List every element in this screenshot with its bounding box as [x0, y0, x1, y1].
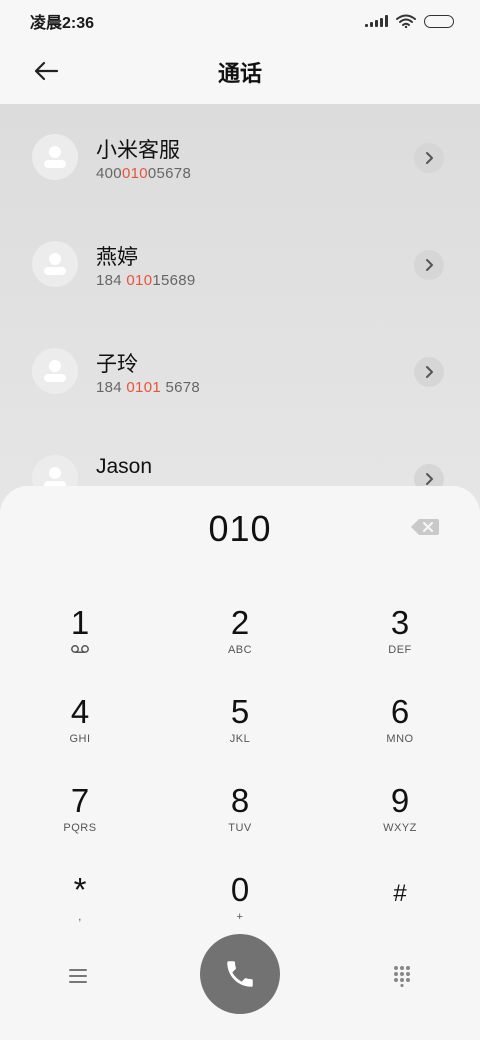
contact-detail-button[interactable]	[414, 143, 444, 173]
contact-name: 子玲	[96, 353, 138, 376]
key-letters: GHI	[69, 733, 91, 745]
key-digit: 6	[390, 693, 410, 730]
key-letters: PQRS	[63, 822, 97, 834]
key-digit: 2	[230, 604, 250, 641]
contact-number: 40001005678	[96, 165, 192, 182]
header: 通话	[0, 42, 480, 104]
key-letters: DEF	[388, 644, 412, 656]
key-digit: 5	[230, 693, 250, 730]
chevron-right-icon	[426, 259, 433, 271]
key-0[interactable]: 0 +	[180, 861, 300, 941]
key-4[interactable]: 4 GHI	[20, 683, 140, 763]
key-7[interactable]: 7 PQRS	[20, 772, 140, 852]
dialed-number-display[interactable]: 010	[0, 508, 480, 550]
backspace-button[interactable]	[410, 517, 440, 537]
avatar	[32, 241, 78, 287]
key-letters: MNO	[386, 733, 414, 745]
avatar	[32, 134, 78, 180]
voicemail-icon	[70, 644, 90, 658]
call-button[interactable]	[200, 934, 280, 1014]
status-time: 凌晨2:36	[30, 15, 95, 32]
key-hash[interactable]: #	[340, 861, 460, 941]
status-icons	[365, 14, 454, 28]
key-9[interactable]: 9 WXYZ	[340, 772, 460, 852]
status-bar: 凌晨2:36	[0, 0, 480, 42]
menu-button[interactable]	[58, 960, 98, 992]
key-8[interactable]: 8 TUV	[180, 772, 300, 852]
person-icon	[44, 253, 66, 275]
contact-item[interactable]: 子玲 184 0101 5678	[0, 318, 480, 424]
menu-icon	[69, 969, 87, 983]
key-digit: 3	[390, 604, 410, 641]
contact-number: 184 01015689	[96, 272, 196, 289]
backspace-icon	[411, 519, 439, 535]
chevron-right-icon	[426, 366, 433, 378]
key-letters: ABC	[227, 644, 253, 656]
key-digit: 1	[70, 604, 90, 641]
key-letters: JKL	[229, 733, 251, 745]
key-1[interactable]: 1	[20, 594, 140, 674]
wifi-icon	[396, 14, 416, 28]
phone-icon	[227, 961, 253, 987]
keypad-toggle-button[interactable]	[382, 958, 422, 994]
key-digit: 4	[70, 693, 90, 730]
key-5[interactable]: 5 JKL	[180, 683, 300, 763]
key-digit: 0	[230, 871, 250, 908]
dialpad: 010 1 2 ABC 3 DEF 4 GHI 5 JKL 6 MNO 7 PQ…	[0, 486, 480, 1040]
key-2[interactable]: 2 ABC	[180, 594, 300, 674]
contact-detail-button[interactable]	[414, 250, 444, 280]
key-letters: TUV	[228, 822, 252, 834]
contact-detail-button[interactable]	[414, 357, 444, 387]
key-letters: +	[236, 911, 244, 923]
person-icon	[44, 146, 66, 168]
chevron-right-icon	[426, 152, 433, 164]
contact-name: Jason	[96, 455, 153, 478]
key-3[interactable]: 3 DEF	[340, 594, 460, 674]
signal-icon	[365, 15, 388, 27]
match-highlight: 010	[126, 272, 153, 289]
keypad-icon	[394, 966, 410, 987]
key-letters: WXYZ	[383, 822, 417, 834]
contact-item[interactable]: 小米客服 40001005678	[0, 104, 480, 210]
contact-number: 184 0101 5678	[96, 379, 201, 396]
key-digit: #	[393, 880, 407, 907]
chevron-right-icon	[426, 473, 433, 485]
contact-name: 燕婷	[96, 246, 138, 269]
key-6[interactable]: 6 MNO	[340, 683, 460, 763]
key-digit: 9	[390, 782, 410, 819]
person-icon	[44, 360, 66, 382]
match-highlight: 0101	[126, 379, 161, 396]
page-title: 通话	[217, 61, 262, 86]
key-digit: *	[73, 871, 87, 908]
key-letters: ,	[78, 911, 82, 923]
bottom-bar	[0, 934, 480, 1024]
battery-icon	[424, 14, 454, 28]
contact-list: 小米客服 40001005678 燕婷 184 01015689 子玲 184 …	[0, 104, 480, 524]
contact-item[interactable]: 燕婷 184 01015689	[0, 211, 480, 317]
key-digit: 7	[70, 782, 90, 819]
key-star[interactable]: * ,	[20, 861, 140, 941]
contact-name: 小米客服	[96, 139, 180, 162]
key-digit: 8	[230, 782, 250, 819]
match-highlight: 010	[121, 165, 148, 182]
avatar	[32, 348, 78, 394]
